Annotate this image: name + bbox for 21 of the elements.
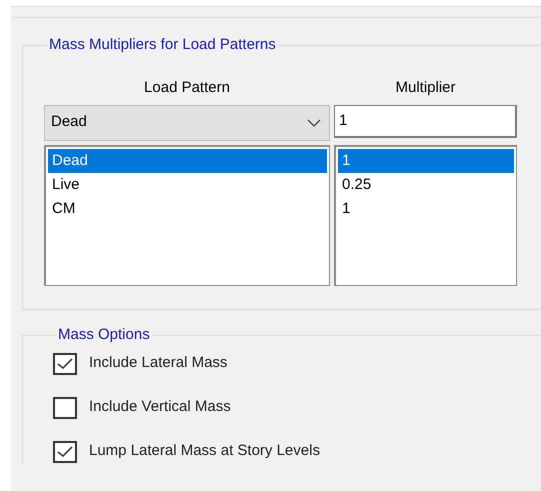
checkbox-label: Include Vertical Mass	[89, 397, 231, 418]
multiplier-field[interactable]: 1	[334, 104, 517, 138]
group-title: Mass Multipliers for Load Patterns	[48, 35, 277, 55]
check-icon	[57, 358, 73, 370]
checkbox[interactable]	[53, 440, 77, 462]
column-header: Load Pattern	[144, 78, 230, 96]
checkbox-label: Include Lateral Mass	[89, 353, 228, 374]
list-item[interactable]: Dead	[48, 148, 327, 172]
chevron-down-icon	[307, 118, 321, 126]
pattern-dropdown[interactable]: Dead	[44, 104, 330, 140]
list-item[interactable]: Live	[48, 172, 327, 196]
check-icon	[57, 446, 73, 458]
list-item[interactable]: 1	[338, 148, 514, 172]
checkbox[interactable]	[53, 352, 77, 374]
group-title: Mass Options	[57, 325, 151, 345]
list-item[interactable]: 0.25	[338, 172, 514, 196]
checkbox-label: Lump Lateral Mass at Story Levels	[89, 441, 320, 462]
checkbox[interactable]	[53, 396, 77, 418]
list-item[interactable]: 1	[338, 196, 514, 220]
column-header: Multiplier	[395, 78, 456, 96]
list-item[interactable]: CM	[48, 196, 327, 220]
